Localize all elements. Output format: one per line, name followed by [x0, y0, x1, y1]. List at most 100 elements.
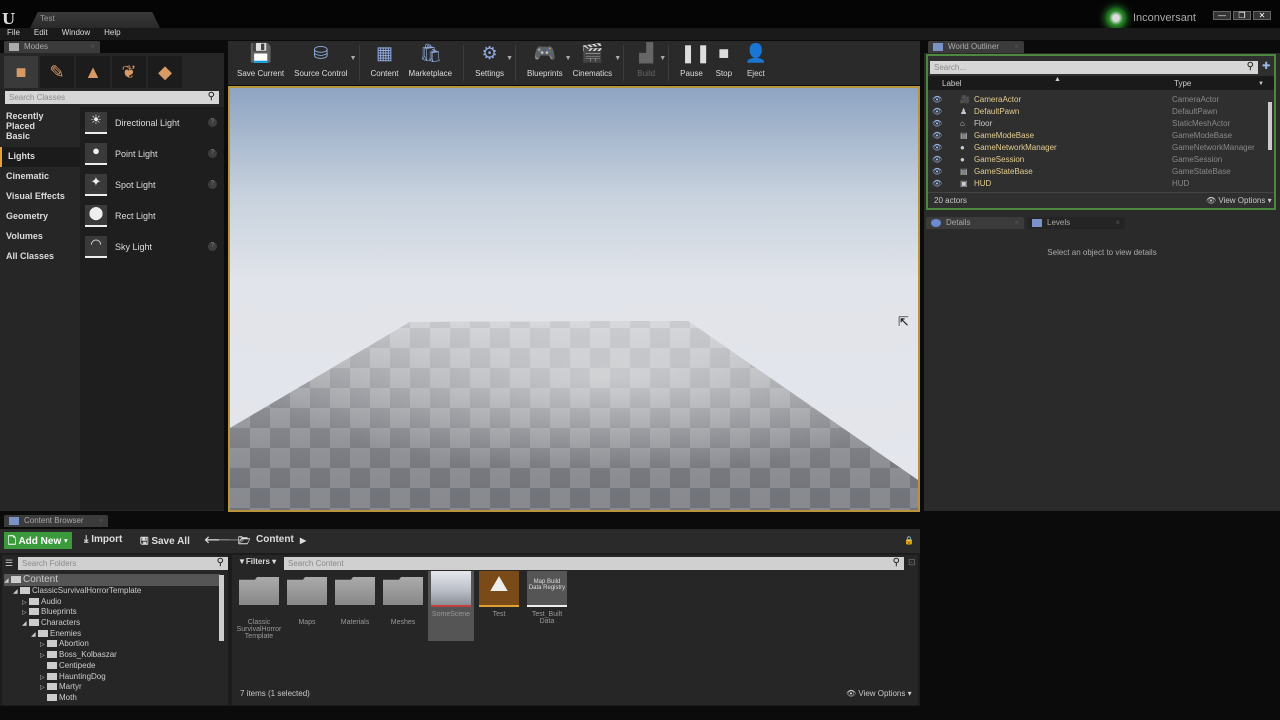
content-button[interactable]: ▦ Content	[366, 43, 404, 83]
tab-modes[interactable]: Modes ×	[4, 41, 100, 53]
settings-icon[interactable]: ⊡	[908, 557, 916, 568]
close-icon[interactable]: ×	[1014, 218, 1019, 227]
tree-item[interactable]: ◢ Content	[4, 574, 220, 586]
add-new-button[interactable]: 🗋 Add New ▾	[4, 532, 72, 549]
geometry-mode-icon[interactable]: ◆	[148, 56, 182, 88]
category-all-classes[interactable]: All Classes	[0, 247, 80, 267]
close-icon[interactable]: ×	[1014, 42, 1019, 51]
path-breadcrumb-content[interactable]: Content	[256, 534, 294, 545]
tree-item[interactable]: ▷ Blueprints	[4, 607, 220, 618]
landscape-mode-icon[interactable]: ▲	[76, 56, 110, 88]
tree-item[interactable]: ▷ Audio	[4, 597, 220, 608]
visibility-eye-icon[interactable]: 👁	[932, 155, 942, 164]
expand-arrow-icon[interactable]: ▷	[40, 652, 47, 659]
search-content-input[interactable]: Search Content ⚲	[284, 557, 904, 570]
list-item[interactable]: ✦ Spot Light?	[80, 169, 224, 200]
save-all-button[interactable]: 🖫 Save All	[140, 534, 190, 551]
save-current-button[interactable]: 💾 Save Current	[232, 43, 289, 83]
expand-arrow-icon[interactable]: ▷	[40, 641, 47, 648]
view-options-button[interactable]: 👁 View Options ▾	[1206, 196, 1272, 205]
tab-content-browser[interactable]: Content Browser ×	[4, 515, 108, 527]
tab-world-outliner[interactable]: World Outliner ×	[928, 41, 1024, 53]
tree-item[interactable]: ▷ Abortion	[4, 639, 220, 650]
view-options-button[interactable]: 👁 View Options ▾	[846, 689, 912, 698]
help-icon[interactable]: ?	[208, 242, 217, 251]
visibility-eye-icon[interactable]: 👁	[932, 131, 942, 140]
expand-arrow-icon[interactable]: ▷	[22, 599, 29, 606]
table-row[interactable]: 👁 ▣ HUD HUD	[928, 177, 1264, 189]
tab-details[interactable]: Details ×	[926, 217, 1024, 229]
document-tab[interactable]: Test	[30, 12, 160, 28]
lock-icon[interactable]: 🔒	[904, 536, 914, 545]
expand-arrow-icon[interactable]: ◢	[4, 577, 11, 584]
chevron-down-icon[interactable]: ▼	[506, 55, 513, 62]
asset-tile[interactable]: Meshes	[380, 571, 426, 626]
asset-tile[interactable]: ⛰ Test	[476, 571, 522, 618]
expand-arrow-icon[interactable]: ▷	[22, 609, 29, 616]
column-type[interactable]: Type	[1174, 79, 1191, 88]
import-button[interactable]: ⤓ Import	[84, 534, 122, 545]
expand-arrow-icon[interactable]: ◢	[22, 620, 29, 627]
outliner-search-input[interactable]: Search... ⚲	[930, 61, 1258, 74]
list-item[interactable]: ● Point Light?	[80, 138, 224, 169]
filters-button[interactable]: ▼Filters ▾	[238, 557, 276, 566]
tree-item[interactable]: Moth	[4, 693, 220, 704]
expand-arrow-icon[interactable]: ▷	[40, 674, 47, 681]
tree-item[interactable]: ◢ ClassicSurvivalHorrorTemplate	[4, 586, 220, 597]
level-viewport[interactable]	[228, 86, 920, 512]
category-geometry[interactable]: Geometry	[0, 207, 80, 227]
minimize-button[interactable]: —	[1213, 11, 1231, 20]
category-visual-effects[interactable]: Visual Effects	[0, 187, 80, 207]
visibility-eye-icon[interactable]: 👁	[932, 167, 942, 176]
eject-button[interactable]: 👤 Eject	[740, 43, 772, 83]
expand-arrow-icon[interactable]: ◢	[31, 631, 38, 638]
outliner-scrollbar[interactable]	[1268, 102, 1272, 150]
tree-item[interactable]: ▷ Boss_Kolbaszar	[4, 650, 220, 661]
close-icon[interactable]: ×	[98, 516, 103, 525]
tree-item[interactable]: ▷ Martyr	[4, 682, 220, 693]
table-row[interactable]: 👁 ● GameSession GameSession	[928, 153, 1264, 165]
expand-arrow-icon[interactable]: ▷	[40, 684, 47, 691]
column-label[interactable]: Label	[942, 79, 962, 88]
menu-file[interactable]: File	[7, 28, 20, 40]
tree-item[interactable]: Centipede	[4, 661, 220, 672]
asset-tile[interactable]: Materials	[332, 571, 378, 626]
asset-tile[interactable]: Map Build Data Registry Test_Built Data	[524, 571, 570, 625]
place-mode-icon[interactable]: ■	[4, 56, 38, 88]
menu-edit[interactable]: Edit	[34, 28, 48, 40]
chevron-down-icon[interactable]: ▼	[614, 55, 621, 62]
tree-scrollbar[interactable]	[219, 575, 224, 641]
table-row[interactable]: 👁 ⌂ Floor StaticMeshActor	[928, 117, 1264, 129]
visibility-eye-icon[interactable]: 👁	[932, 119, 942, 128]
tree-item[interactable]: ◢ Enemies	[4, 629, 220, 640]
search-folders-input[interactable]: Search Folders ⚲	[18, 557, 228, 570]
visibility-eye-icon[interactable]: 👁	[932, 95, 942, 104]
visibility-eye-icon[interactable]: 👁	[932, 107, 942, 116]
close-icon[interactable]: ×	[1115, 218, 1120, 227]
category-lights[interactable]: Lights	[0, 147, 80, 167]
table-row[interactable]: 👁 ▤ GameStateBase GameStateBase	[928, 165, 1264, 177]
category-volumes[interactable]: Volumes	[0, 227, 80, 247]
help-icon[interactable]: ?	[208, 180, 217, 189]
paint-mode-icon[interactable]: ✎	[40, 56, 74, 88]
chevron-down-icon[interactable]: ▼	[659, 55, 666, 62]
marketplace-button[interactable]: 🛍 Marketplace	[404, 43, 458, 83]
tree-item[interactable]: ▷ HauntingDog	[4, 672, 220, 683]
search-classes-input[interactable]: Search Classes ⚲	[5, 91, 219, 104]
table-row[interactable]: 👁 ▤ GameModeBase GameModeBase	[928, 129, 1264, 141]
expand-arrow-icon[interactable]: ◢	[13, 588, 20, 595]
pause-button[interactable]: ❚❚ Pause	[675, 43, 711, 83]
table-row[interactable]: 👁 🎥 CameraActor CameraActor	[928, 93, 1264, 105]
settings-button[interactable]: ⚙ Settings ▼	[470, 43, 513, 83]
asset-tile[interactable]: Maps	[284, 571, 330, 626]
maximize-button[interactable]: ❐	[1233, 11, 1251, 20]
menu-window[interactable]: Window	[62, 28, 90, 40]
user-badge[interactable]: Inconversant	[1105, 7, 1196, 29]
help-icon[interactable]: ?	[208, 118, 217, 127]
breadcrumb-arrow-icon[interactable]: ▶	[300, 536, 306, 545]
menu-help[interactable]: Help	[104, 28, 120, 40]
source-control-button[interactable]: ⛁ Source Control ▼	[289, 43, 356, 83]
visibility-eye-icon[interactable]: 👁	[932, 143, 942, 152]
asset-tile[interactable]: Classic SurvivalHorror Template	[236, 571, 282, 640]
unreal-logo-icon[interactable]: U	[2, 10, 15, 28]
